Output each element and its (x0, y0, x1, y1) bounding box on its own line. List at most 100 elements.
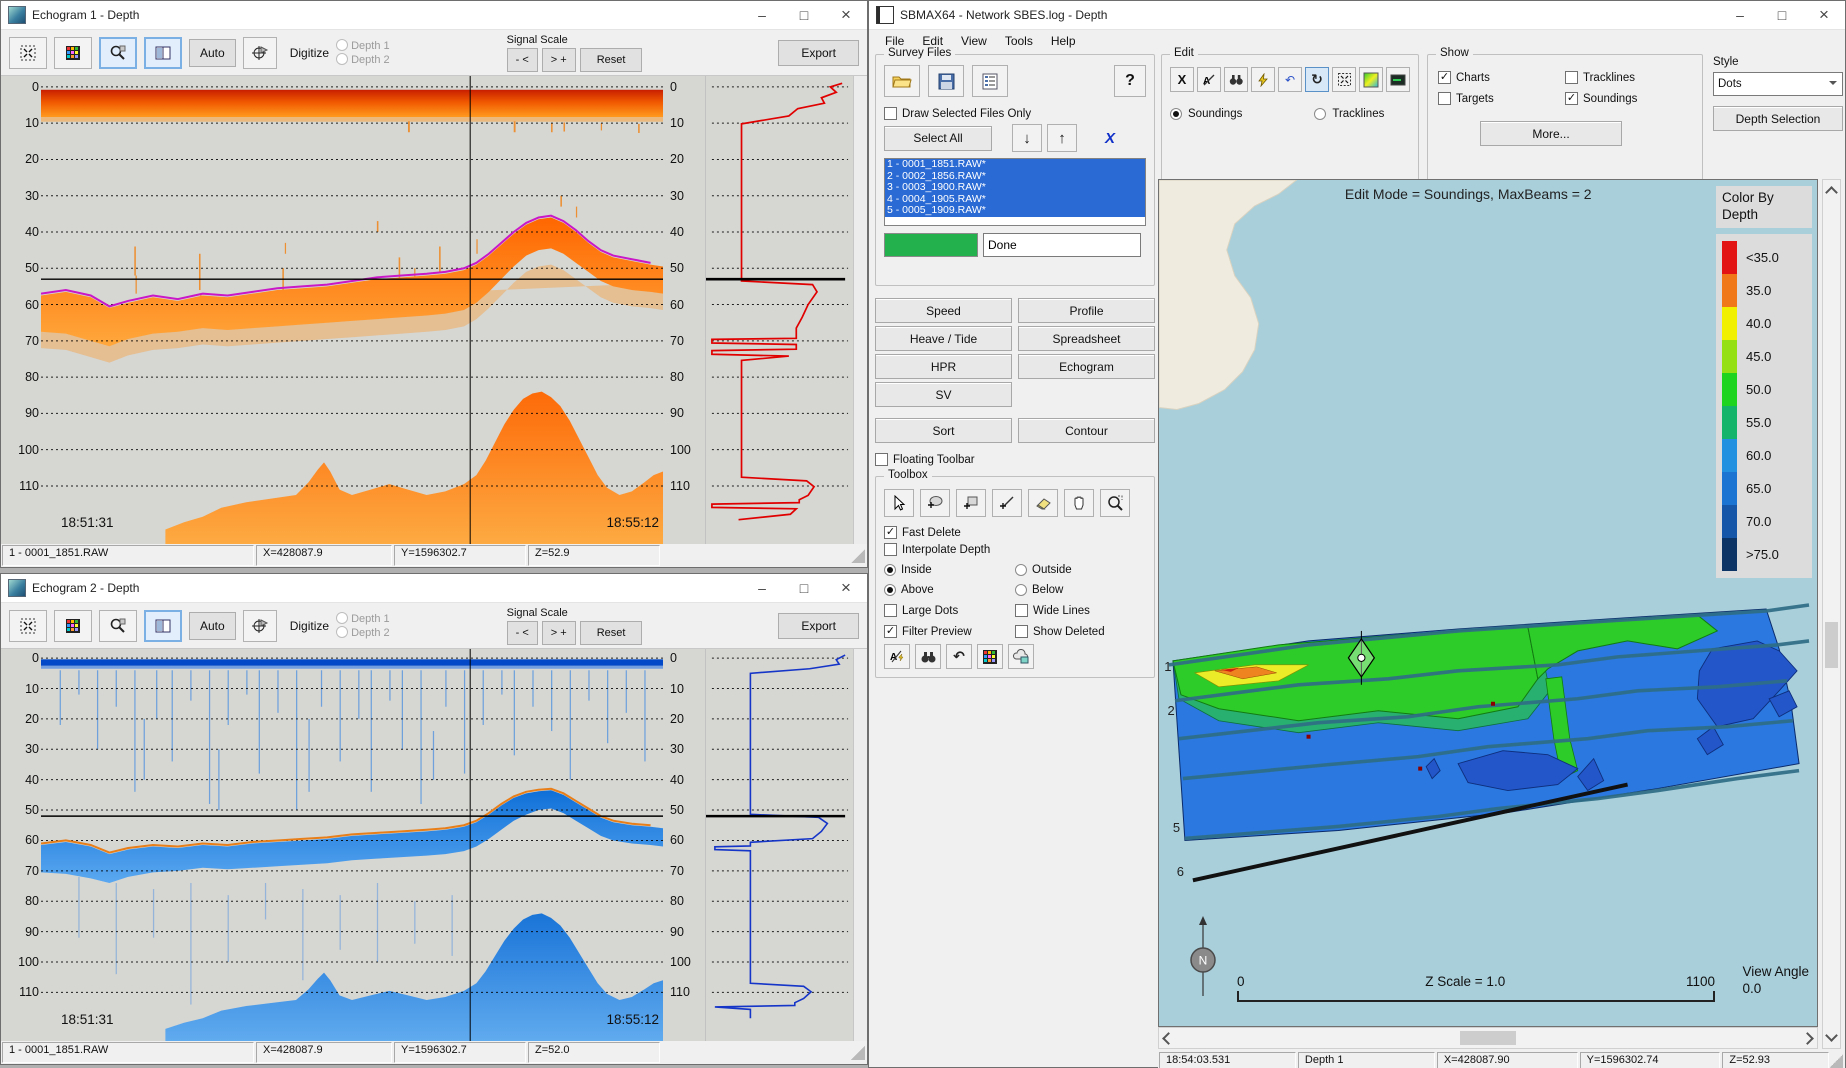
save-button[interactable] (928, 65, 964, 97)
echogram1-signal-profile[interactable] (705, 76, 854, 544)
signal-scale-up-button[interactable]: > + (542, 48, 576, 72)
select-all-button[interactable]: Select All (884, 126, 992, 151)
auto-button[interactable]: Auto (189, 612, 236, 640)
floating-toolbar-checkbox[interactable] (875, 453, 888, 466)
expand-view-button[interactable] (9, 37, 47, 69)
depth2-radio[interactable] (336, 53, 348, 65)
scroll-strip[interactable] (853, 76, 867, 544)
depth1-radio[interactable] (336, 39, 348, 51)
sv-button[interactable]: SV (875, 382, 1012, 407)
more-button[interactable]: More... (1480, 121, 1622, 146)
resize-grip[interactable] (1830, 1054, 1843, 1068)
map-horizontal-scrollbar[interactable] (1158, 1027, 1818, 1049)
expand-view-button[interactable] (9, 610, 47, 642)
scroll-right-icon[interactable] (1801, 1032, 1814, 1045)
move-down-button[interactable]: ↓ (1012, 124, 1042, 152)
redo-rotate-button[interactable]: ↻ (1305, 67, 1329, 92)
spreadsheet-button[interactable]: Spreadsheet (1018, 326, 1155, 351)
auto-process-button[interactable] (1251, 67, 1275, 92)
profile-button[interactable]: Profile (1018, 298, 1155, 323)
horizontal-scroll-thumb[interactable] (1460, 1031, 1516, 1045)
move-up-button[interactable]: ↑ (1047, 124, 1077, 152)
interpolate-depth-checkbox[interactable] (884, 543, 897, 556)
color-palette-button[interactable] (54, 37, 92, 69)
eraser-button[interactable] (1028, 489, 1058, 517)
show-soundings-checkbox[interactable]: ✓ (1565, 92, 1578, 105)
lasso-select-button[interactable] (920, 489, 950, 517)
show-deleted-checkbox[interactable] (1015, 625, 1028, 638)
delete-soundings-button[interactable]: X (1170, 67, 1194, 92)
signal-scale-down-button[interactable]: - < (507, 621, 538, 645)
pan-button[interactable] (1064, 489, 1094, 517)
color-fill-button[interactable] (1359, 67, 1383, 92)
reset-button[interactable]: Reset (580, 48, 643, 72)
progress-status-field[interactable] (983, 233, 1141, 257)
fast-delete-checkbox[interactable]: ✓ (884, 526, 897, 539)
color-table-button[interactable] (977, 644, 1003, 669)
style-dropdown[interactable]: Dots (1713, 72, 1843, 96)
show-tracklines-checkbox[interactable] (1565, 71, 1578, 84)
heave-tide-button[interactable]: Heave / Tide (875, 326, 1012, 351)
depth1-radio[interactable] (336, 612, 348, 624)
auto-filter-button[interactable]: A (884, 644, 910, 669)
contour-button[interactable]: Contour (1018, 418, 1155, 443)
depth-selection-button[interactable]: Depth Selection (1713, 106, 1843, 131)
signal-scale-down-button[interactable]: - < (507, 48, 538, 72)
line-select-button[interactable] (992, 489, 1022, 517)
file-item[interactable]: 5 - 0005_1909.RAW* (885, 205, 1145, 217)
search-button[interactable] (915, 644, 941, 669)
open-folder-button[interactable] (884, 65, 920, 97)
menu-item[interactable]: Tools (997, 32, 1041, 50)
strike-filter-button[interactable]: A (1197, 67, 1221, 92)
wide-lines-checkbox[interactable] (1015, 604, 1028, 617)
color-palette-button[interactable] (54, 610, 92, 642)
charts-checkbox[interactable]: ✓ (1438, 71, 1451, 84)
echogram-button[interactable]: Echogram (1018, 354, 1155, 379)
delete-file-button[interactable]: X (1095, 124, 1125, 152)
minimize-button[interactable]: – (741, 1, 783, 29)
vertical-scroll-thumb[interactable] (1825, 622, 1838, 668)
depth2-radio[interactable] (336, 626, 348, 638)
save-settings-button[interactable] (1008, 644, 1034, 669)
zoom-lock-button[interactable] (99, 610, 137, 642)
select-cursor-button[interactable] (884, 489, 914, 517)
map-vertical-scrollbar[interactable] (1822, 179, 1841, 1049)
close-button[interactable]: × (825, 1, 867, 29)
echogram2-main-plot[interactable]: 18:51:31 18:55:12 (41, 649, 663, 1041)
draw-selected-checkbox[interactable] (884, 107, 897, 120)
speed-button[interactable]: Speed (875, 298, 1012, 323)
resize-grip[interactable] (851, 549, 865, 563)
zoom-lock-button[interactable] (99, 37, 137, 69)
outside-radio[interactable] (1015, 564, 1027, 576)
file-item[interactable]: 1 - 0001_1851.RAW* (885, 159, 1145, 171)
scroll-down-icon[interactable] (1825, 1029, 1838, 1042)
file-item[interactable]: 3 - 0003_1900.RAW* (885, 182, 1145, 194)
hpr-button[interactable]: HPR (875, 354, 1012, 379)
reset-button[interactable]: Reset (580, 621, 643, 645)
echogram1-plot-area[interactable]: 0102030405060708090100110 (1, 75, 867, 544)
above-radio[interactable] (884, 584, 896, 596)
sort-button[interactable]: Sort (875, 418, 1012, 443)
menu-item[interactable]: View (953, 32, 995, 50)
close-button[interactable]: × (1803, 1, 1845, 29)
targets-checkbox[interactable] (1438, 92, 1451, 105)
split-view-button[interactable] (144, 610, 182, 642)
export-button[interactable]: Export (778, 40, 859, 66)
below-radio[interactable] (1015, 584, 1027, 596)
split-view-button[interactable] (144, 37, 182, 69)
echogram2-plot-area[interactable]: 0102030405060708090100110 (1, 648, 867, 1041)
survey-file-list[interactable]: 1 - 0001_1851.RAW*2 - 0002_1856.RAW*3 - … (884, 158, 1146, 226)
map-view[interactable]: Edit Mode = Soundings, MaxBeams = 2 Colo… (1158, 179, 1818, 1027)
file-list-button[interactable] (972, 65, 1008, 97)
export-button[interactable]: Export (778, 613, 859, 639)
filter-preview-checkbox[interactable]: ✓ (884, 625, 897, 638)
minimize-button[interactable]: – (741, 574, 783, 602)
auto-button[interactable]: Auto (189, 39, 236, 67)
scroll-strip[interactable] (853, 649, 867, 1041)
maximize-button[interactable]: □ (783, 1, 825, 29)
echogram2-signal-profile[interactable] (705, 649, 854, 1041)
undo-button[interactable]: ↶ (946, 644, 972, 669)
inside-radio[interactable] (884, 564, 896, 576)
target-mark-button[interactable] (243, 37, 277, 69)
minimize-button[interactable]: – (1719, 1, 1761, 29)
